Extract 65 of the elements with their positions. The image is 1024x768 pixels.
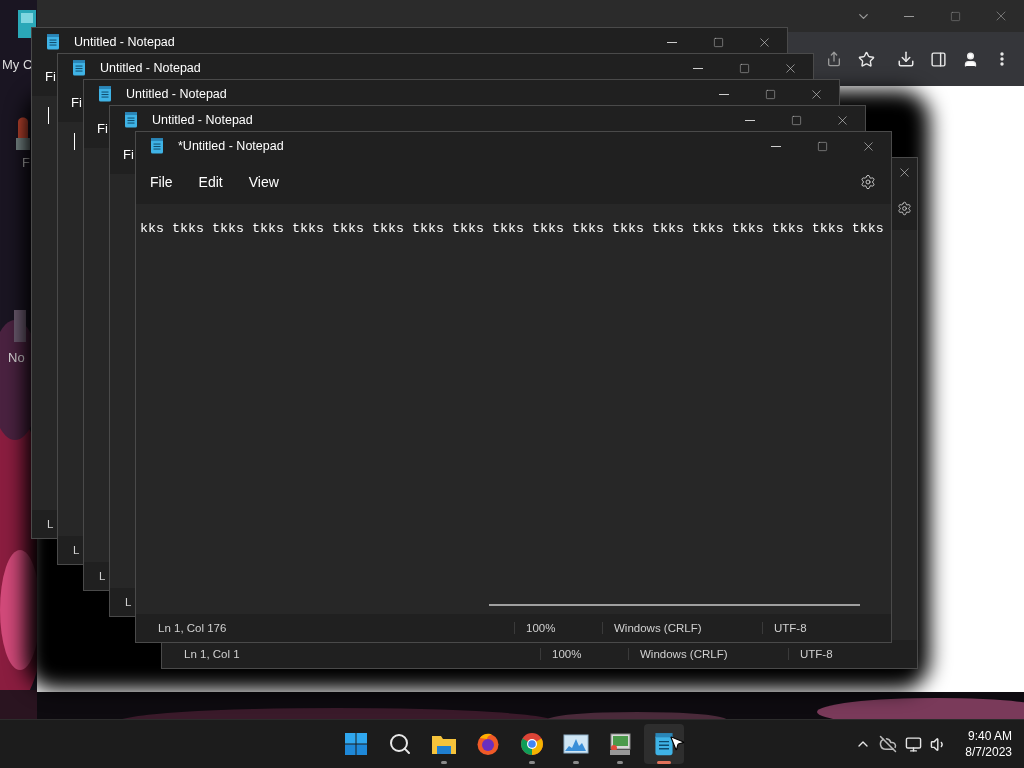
settings-icon[interactable] — [896, 200, 912, 216]
menu-item[interactable]: Fi — [45, 68, 56, 84]
notepad-button[interactable] — [644, 724, 684, 764]
notepad-icon — [150, 137, 164, 155]
menu-item[interactable]: View — [234, 168, 291, 196]
side-panel-icon — [929, 50, 947, 68]
notepad-icon — [72, 59, 86, 77]
status-text: UTF-8 — [788, 648, 917, 660]
minimize-icon — [719, 93, 729, 95]
control-panel-icon — [608, 732, 632, 756]
menu-item[interactable]: Fi — [71, 94, 82, 110]
window-title: Untitled - Notepad — [126, 87, 228, 101]
notepad-icon — [124, 111, 138, 129]
status-text: UTF-8 — [762, 622, 891, 634]
status-text: Ln 1, Col 176 — [157, 622, 228, 634]
clock[interactable]: 9:40 AM 8/7/2023 — [965, 728, 1012, 760]
menu-item[interactable]: File — [136, 168, 185, 196]
star-icon — [857, 50, 875, 68]
maximize-icon — [949, 10, 961, 22]
network-icon[interactable] — [905, 735, 923, 753]
horizontal-scrollbar[interactable] — [489, 604, 860, 606]
menu-icon — [1000, 52, 1004, 66]
mouse-pointer-icon — [668, 734, 686, 752]
download-icon — [897, 50, 915, 68]
status-text: 100% — [514, 622, 602, 634]
window-title: *Untitled - Notepad — [178, 139, 285, 153]
menu-item[interactable]: Fi — [97, 120, 108, 136]
status-text: L — [99, 570, 106, 582]
maximize-icon — [738, 62, 750, 74]
cloud-off-icon[interactable] — [879, 735, 898, 753]
chrome-icon — [520, 732, 544, 756]
document-text: kks tkks tkks tkks tkks tkks tkks tkks tkks tkks tkks tkks tkks tkks tkks tkks tkks tkks tkks — [140, 221, 885, 237]
clock-date: 8/7/2023 — [965, 744, 1012, 760]
minimize-icon — [693, 67, 703, 69]
performance-graph-icon — [563, 733, 589, 755]
maximize-icon — [816, 140, 828, 152]
notepad-icon — [98, 85, 112, 103]
maximize-icon — [712, 36, 724, 48]
windows-logo-icon — [344, 732, 368, 756]
status-text: Windows (CRLF) — [628, 648, 788, 660]
share-icon — [826, 51, 842, 67]
status-text: L — [73, 544, 80, 556]
status-text: Ln 1, Col 1 — [183, 648, 241, 660]
status-text: L — [47, 518, 54, 530]
status-text: L — [125, 596, 132, 608]
firefox-icon — [476, 732, 500, 756]
menu-item[interactable]: Edit — [184, 168, 235, 196]
minimize-icon — [904, 15, 914, 17]
menu-item[interactable]: Fi — [123, 146, 134, 162]
status-text: Windows (CRLF) — [602, 622, 762, 634]
window-title: Untitled - Notepad — [152, 113, 254, 127]
maximize-icon — [764, 88, 776, 100]
minimize-icon — [771, 145, 781, 147]
minimize-icon — [667, 41, 677, 43]
window-title: Untitled - Notepad — [74, 35, 176, 49]
folder-icon — [431, 733, 457, 755]
status-text: 100% — [540, 648, 628, 660]
minimize-icon — [745, 119, 755, 121]
clock-time: 9:40 AM — [967, 728, 1012, 744]
window-title: Untitled - Notepad — [100, 61, 202, 75]
search-icon — [388, 732, 412, 756]
maximize-icon — [790, 114, 802, 126]
notepad-icon — [46, 33, 60, 51]
notepad-icon — [654, 732, 674, 756]
settings-icon[interactable] — [860, 174, 876, 190]
